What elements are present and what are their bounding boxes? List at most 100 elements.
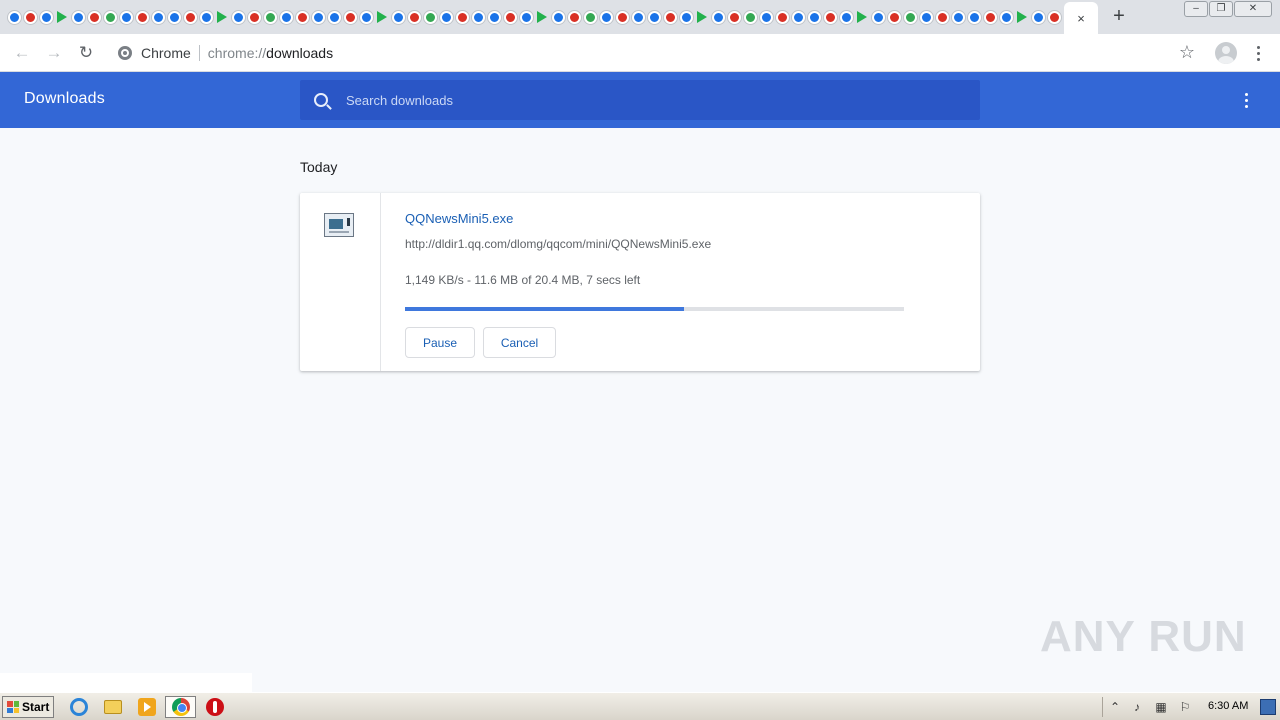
tab-favicon-icon[interactable] (342, 9, 358, 25)
tab-favicon-icon[interactable] (806, 9, 822, 25)
tab-favicon-icon[interactable] (998, 9, 1014, 25)
restore-window-icon[interactable]: ❐ (1209, 1, 1233, 17)
tab-favicon-icon[interactable] (758, 9, 774, 25)
reload-icon[interactable]: ↻ (74, 41, 98, 65)
source-url[interactable]: http://dldir1.qq.com/dlomg/qqcom/mini/QQ… (405, 237, 711, 251)
tab-favicon-icon[interactable] (70, 9, 86, 25)
tab-favicon-icon[interactable] (134, 9, 150, 25)
tab-favicon-icon[interactable] (774, 9, 790, 25)
tray-expand-icon[interactable]: ⌃ (1108, 700, 1122, 714)
tab-favicon-icon[interactable] (326, 9, 342, 25)
tab-favicon-icon[interactable] (790, 9, 806, 25)
tab-favicon-icon[interactable] (966, 9, 982, 25)
tab-favicon-icon[interactable] (918, 9, 934, 25)
tab-favicon-icon[interactable] (102, 9, 118, 25)
tab-favicon-icon[interactable] (598, 9, 614, 25)
search-icon[interactable] (314, 93, 328, 107)
active-tab[interactable]: × (1064, 2, 1098, 34)
tab-favicon-icon[interactable] (870, 9, 886, 25)
tab-favicon-icon[interactable] (54, 9, 70, 25)
tab-favicon-icon[interactable] (502, 9, 518, 25)
volume-icon[interactable]: ♪ (1130, 700, 1144, 714)
chrome-menu-icon[interactable] (1250, 41, 1266, 65)
tab-favicon-icon[interactable] (6, 9, 22, 25)
tab-favicon-icon[interactable] (662, 9, 678, 25)
pause-button[interactable]: Pause (405, 327, 475, 358)
tab-favicon-icon[interactable] (454, 9, 470, 25)
tab-favicon-icon[interactable] (262, 9, 278, 25)
tab-favicon-icon[interactable] (518, 9, 534, 25)
tab-favicon-icon[interactable] (422, 9, 438, 25)
search-input[interactable] (346, 88, 946, 112)
tab-close-icon[interactable]: × (1077, 11, 1085, 26)
forward-arrow-icon[interactable]: → (42, 41, 66, 65)
tab-favicon-icon[interactable] (854, 9, 870, 25)
cancel-button[interactable]: Cancel (483, 327, 556, 358)
file-name-link[interactable]: QQNewsMini5.exe (405, 211, 513, 226)
tab-favicon-icon[interactable] (214, 9, 230, 25)
tab-favicon-icon[interactable] (294, 9, 310, 25)
tab-favicon-icon[interactable] (38, 9, 54, 25)
tab-favicon-icon[interactable] (710, 9, 726, 25)
start-button[interactable]: Start (2, 696, 54, 718)
media-player-icon[interactable] (138, 698, 156, 716)
downloads-menu-icon[interactable] (1238, 88, 1254, 112)
tab-favicon-icon[interactable] (486, 9, 502, 25)
tab-favicon-icon[interactable] (566, 9, 582, 25)
tab-favicon-icon[interactable] (118, 9, 134, 25)
network-icon[interactable]: ▦ (1154, 700, 1168, 714)
address-bar[interactable]: Chrome chrome:// downloads (108, 38, 1208, 68)
show-desktop-icon[interactable] (1260, 699, 1276, 715)
tab-favicon-icon[interactable] (534, 9, 550, 25)
tab-favicon-icon[interactable] (582, 9, 598, 25)
bookmark-star-icon[interactable]: ☆ (1176, 41, 1198, 63)
tab-favicon-icon[interactable] (1030, 9, 1046, 25)
tab-favicon-icon[interactable] (246, 9, 262, 25)
close-window-icon[interactable]: ✕ (1234, 1, 1272, 17)
tab-favicon-icon[interactable] (374, 9, 390, 25)
tab-favicon-icon[interactable] (646, 9, 662, 25)
tab-favicon-icon[interactable] (182, 9, 198, 25)
tab-favicon-icon[interactable] (694, 9, 710, 25)
minimize-window-icon[interactable]: – (1184, 1, 1208, 17)
tab-favicon-icon[interactable] (150, 9, 166, 25)
action-center-flag-icon[interactable]: ⚐ (1178, 700, 1192, 714)
internet-explorer-icon[interactable] (70, 698, 88, 716)
tab-favicon-icon[interactable] (22, 9, 38, 25)
back-arrow-icon[interactable]: ← (10, 41, 34, 65)
tab-favicon-icon[interactable] (902, 9, 918, 25)
tab-favicon-icon[interactable] (438, 9, 454, 25)
tab-favicon-icon[interactable] (198, 9, 214, 25)
watermark-text: ANY RUN (1040, 612, 1247, 661)
tab-favicon-icon[interactable] (390, 9, 406, 25)
tab-favicon-icon[interactable] (886, 9, 902, 25)
tab-favicon-icon[interactable] (278, 9, 294, 25)
tab-favicon-icon[interactable] (1014, 9, 1030, 25)
search-bar[interactable] (300, 80, 980, 120)
tab-favicon-icon[interactable] (934, 9, 950, 25)
tab-favicon-icon[interactable] (982, 9, 998, 25)
tab-favicon-icon[interactable] (310, 9, 326, 25)
tab-favicon-icon[interactable] (630, 9, 646, 25)
new-tab-button[interactable]: + (1108, 5, 1130, 27)
tab-favicon-icon[interactable] (726, 9, 742, 25)
tab-favicon-icon[interactable] (678, 9, 694, 25)
tab-favicon-icon[interactable] (550, 9, 566, 25)
tab-favicon-icon[interactable] (230, 9, 246, 25)
opera-icon[interactable] (206, 698, 224, 716)
tab-favicon-icon[interactable] (614, 9, 630, 25)
tab-favicon-icon[interactable] (406, 9, 422, 25)
profile-avatar-icon[interactable] (1215, 42, 1237, 64)
tab-favicon-icon[interactable] (950, 9, 966, 25)
tab-favicon-icon[interactable] (742, 9, 758, 25)
tab-favicon-icon[interactable] (838, 9, 854, 25)
tab-favicon-icon[interactable] (822, 9, 838, 25)
tab-favicon-icon[interactable] (86, 9, 102, 25)
tab-favicon-icon[interactable] (358, 9, 374, 25)
taskbar-clock[interactable]: 6:30 AM (1208, 700, 1248, 712)
tab-favicon-icon[interactable] (166, 9, 182, 25)
chrome-icon[interactable] (172, 698, 190, 716)
file-explorer-icon[interactable] (104, 700, 122, 714)
tab-favicon-icon[interactable] (1046, 9, 1062, 25)
tab-favicon-icon[interactable] (470, 9, 486, 25)
